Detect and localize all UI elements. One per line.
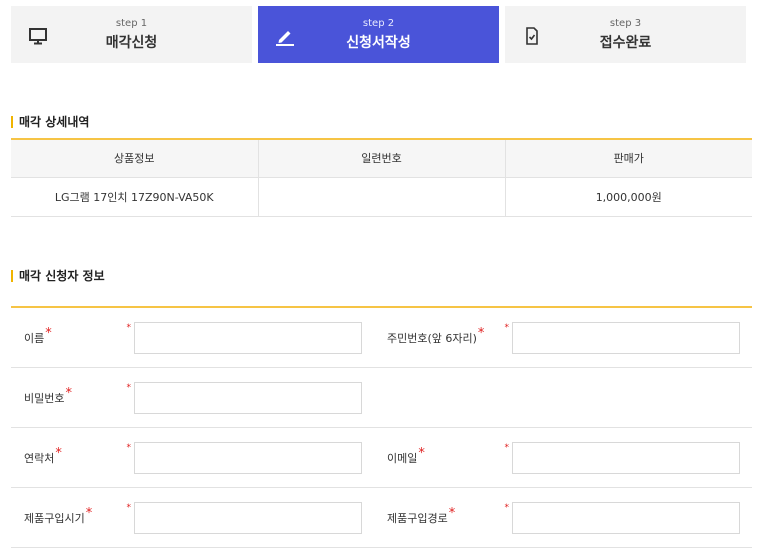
step-3-name: 접수완료 xyxy=(599,35,652,51)
required-mark: * xyxy=(418,445,425,461)
purchase-date-label: 제품구입시기 * xyxy=(24,488,92,548)
header-serial: 일련번호 xyxy=(258,139,506,178)
detail-header-row: 상품정보 일련번호 판매가 xyxy=(11,139,752,178)
step-1-number: step 1 xyxy=(115,18,148,29)
required-mark: * xyxy=(448,505,456,521)
step-3-number: step 3 xyxy=(609,18,642,29)
contact-label: 연락처 * xyxy=(24,428,62,488)
rrn-label: 주민번호(앞 6자리) * xyxy=(387,308,484,368)
detail-section-title: 매각 상세내역 xyxy=(11,115,89,129)
rrn-input[interactable] xyxy=(512,322,740,354)
form-row-password: 비밀번호 * * xyxy=(11,368,752,428)
form-row-contact: 연락처 * * 이메일 * * xyxy=(11,428,752,488)
cell-price: 1,000,000원 xyxy=(505,177,752,217)
password-label: 비밀번호 * xyxy=(24,368,72,428)
required-mark: * xyxy=(477,325,485,341)
purchase-route-label-text: 제품구입경로 xyxy=(387,512,448,525)
step-1-name: 매각신청 xyxy=(105,35,158,51)
step-2-active: step 2 신청서작성 xyxy=(258,6,499,63)
required-mark: * xyxy=(126,323,132,333)
rrn-label-text: 주민번호(앞 6자리) xyxy=(387,332,477,345)
email-input[interactable] xyxy=(512,442,740,474)
purchase-date-label-text: 제품구입시기 xyxy=(24,512,85,525)
required-mark: * xyxy=(504,323,510,333)
step-2-name: 신청서작성 xyxy=(346,35,411,51)
step-2-number: step 2 xyxy=(362,18,395,29)
table-row: LG그램 17인치 17Z90N-VA50K 1,000,000원 xyxy=(11,177,752,217)
name-input[interactable] xyxy=(134,322,362,354)
contact-label-text: 연락처 xyxy=(24,452,55,465)
purchase-route-input[interactable] xyxy=(512,502,740,534)
applicant-form: 이름* * 주민번호(앞 6자리)* * 비밀번호* * 연락처* * xyxy=(11,306,752,548)
required-mark: * xyxy=(65,385,72,401)
required-mark: * xyxy=(504,443,510,453)
contact-input[interactable] xyxy=(134,442,362,474)
step-1: step 1 매각신청 xyxy=(11,6,252,63)
step-3: step 3 접수완료 xyxy=(505,6,746,63)
cell-serial xyxy=(258,177,506,217)
password-label-text: 비밀번호 xyxy=(24,392,65,405)
cell-product: LG그램 17인치 17Z90N-VA50K xyxy=(11,177,259,217)
required-mark: * xyxy=(126,383,132,393)
password-input[interactable] xyxy=(134,382,362,414)
required-mark: * xyxy=(126,443,132,453)
applicant-section-title: 매각 신청자 정보 xyxy=(11,269,105,283)
name-label-text: 이름 xyxy=(24,332,45,345)
header-product: 상품정보 xyxy=(11,139,259,178)
form-row-purchase: 제품구입시기 * * 제품구입경로 * * xyxy=(11,488,752,548)
required-mark: * xyxy=(504,503,510,513)
required-mark: * xyxy=(126,503,132,513)
step-progress: step 1 매각신청 step 2 신청서작성 step 3 접수완료 xyxy=(11,6,746,63)
required-mark: * xyxy=(55,445,62,461)
email-label: 이메일 * xyxy=(387,428,425,488)
name-label: 이름 * xyxy=(24,308,52,368)
detail-table: 상품정보 일련번호 판매가 LG그램 17인치 17Z90N-VA50K 1,0… xyxy=(11,138,752,217)
purchase-date-input[interactable] xyxy=(134,502,362,534)
purchase-route-label: 제품구입경로 * xyxy=(387,488,455,548)
form-row-name: 이름 * * 주민번호(앞 6자리) * * xyxy=(11,308,752,368)
required-mark: * xyxy=(45,325,52,341)
required-mark: * xyxy=(85,505,93,521)
header-price: 판매가 xyxy=(505,139,752,178)
email-label-text: 이메일 xyxy=(387,452,418,465)
